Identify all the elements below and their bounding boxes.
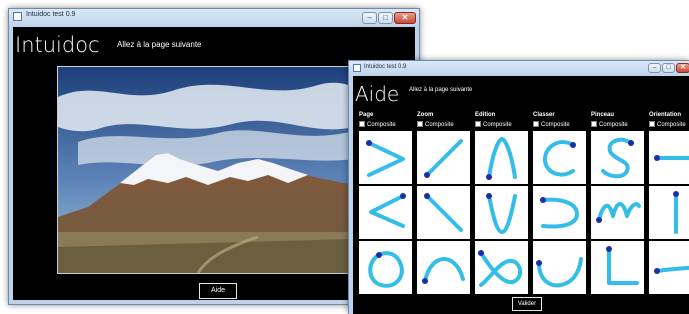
circle-gesture-icon [368, 251, 404, 288]
column-header-edition: Edition [475, 112, 496, 118]
checkbox-box[interactable] [533, 121, 539, 127]
checkbox-box[interactable] [475, 121, 481, 127]
column-header-page: Page [359, 112, 374, 118]
l-shape-gesture-tile[interactable] [591, 241, 644, 294]
minimize-icon[interactable]: – [362, 12, 377, 24]
u-open-left-gesture-tile[interactable] [533, 186, 586, 239]
line-right-gesture-tile[interactable] [649, 241, 689, 294]
composite-checkbox-classer[interactable]: Composite [533, 121, 570, 128]
column-header-pinceau: Pinceau [591, 112, 615, 118]
alpha-loop-gesture-tile[interactable] [475, 241, 528, 294]
maximize-icon[interactable]: □ [378, 12, 393, 24]
composite-label: Composite [367, 122, 396, 128]
composite-checkbox-page[interactable]: Composite [359, 121, 396, 128]
arch-gesture-tile[interactable] [417, 241, 470, 294]
composite-checkbox-zoom[interactable]: Composite [417, 121, 454, 128]
chevron-right-gesture-icon [366, 140, 405, 177]
m-shape-gesture-icon [596, 202, 641, 223]
maximize-icon[interactable]: □ [662, 63, 675, 73]
horizontal-line-gesture-tile[interactable] [649, 131, 689, 184]
composite-checkbox-pinceau[interactable]: Composite [591, 121, 628, 128]
u-open-left-gesture-icon [540, 197, 579, 229]
diagonal-up-gesture-icon [424, 139, 463, 178]
vertical-line-gesture-icon [673, 191, 679, 234]
intuidoc-window-help: Intuidoc test 0.9 – □ ✕ Aide Allez à la … [348, 60, 689, 314]
chevron-right-gesture-tile[interactable] [359, 131, 412, 184]
u-shape-gesture-tile[interactable] [533, 241, 586, 294]
c-curve-gesture-icon [543, 140, 576, 177]
app-icon [13, 12, 22, 21]
window-title: Intuidoc test 0.9 [26, 11, 76, 18]
circle-gesture-tile[interactable] [359, 241, 412, 294]
composite-checkbox-edition[interactable]: Composite [475, 121, 512, 128]
composite-label: Composite [425, 122, 454, 128]
chevron-left-gesture-icon [369, 193, 406, 228]
s-curve-gesture-tile[interactable] [591, 131, 644, 184]
l-shape-gesture-icon [606, 246, 639, 285]
u-shape-gesture-icon [536, 257, 583, 288]
column-header-orientation: Orientation [649, 112, 682, 118]
diagonal-up-gesture-tile[interactable] [417, 131, 470, 184]
page-subtitle: Allez à la page suivante [409, 87, 473, 93]
app-icon [353, 64, 361, 72]
window-title: Intuidoc test 0.9 [364, 64, 407, 70]
valider-button[interactable]: Valider [512, 297, 542, 311]
arch-gesture-icon [422, 257, 465, 284]
composite-label: Composite [541, 122, 570, 128]
v-shape-gesture-icon [486, 193, 517, 234]
title-bar[interactable]: Intuidoc test 0.9 – □ ✕ [9, 9, 419, 27]
page-title: Aide [355, 82, 400, 106]
s-curve-gesture-icon [601, 137, 634, 179]
minimize-icon[interactable]: – [648, 63, 661, 73]
composite-label: Composite [599, 122, 628, 128]
help-content: Aide Allez à la page suivante Page Compos… [353, 76, 689, 314]
checkbox-box[interactable] [417, 121, 423, 127]
composite-label: Composite [657, 122, 686, 128]
landscape-image [57, 66, 355, 274]
column-header-classer: Classer [533, 112, 555, 118]
line-right-gesture-icon [654, 265, 689, 274]
c-curve-gesture-tile[interactable] [533, 131, 586, 184]
vertical-line-gesture-tile[interactable] [649, 186, 689, 239]
aide-button[interactable]: Aide [199, 283, 237, 299]
composite-checkbox-orientation[interactable]: Composite [649, 121, 686, 128]
alpha-loop-gesture-icon [478, 250, 523, 287]
v-shape-gesture-tile[interactable] [475, 186, 528, 239]
composite-label: Composite [483, 122, 512, 128]
close-icon[interactable]: ✕ [676, 63, 689, 73]
m-shape-gesture-tile[interactable] [591, 186, 644, 239]
page-title: Intuidoc [15, 33, 100, 57]
checkbox-box[interactable] [359, 121, 365, 127]
checkbox-box[interactable] [591, 121, 597, 127]
page-subtitle: Allez à la page suivante [117, 40, 202, 49]
title-bar[interactable]: Intuidoc test 0.9 – □ ✕ [349, 61, 689, 76]
column-header-zoom: Zoom [417, 112, 434, 118]
chevron-left-gesture-tile[interactable] [359, 186, 412, 239]
diagonal-down-gesture-icon [424, 193, 463, 232]
diagonal-down-gesture-tile[interactable] [417, 186, 470, 239]
caret-up-gesture-tile[interactable] [475, 131, 528, 184]
close-icon[interactable]: ✕ [394, 12, 416, 24]
horizontal-line-gesture-icon [654, 155, 689, 161]
caret-up-gesture-icon [486, 137, 517, 180]
checkbox-box[interactable] [649, 121, 655, 127]
